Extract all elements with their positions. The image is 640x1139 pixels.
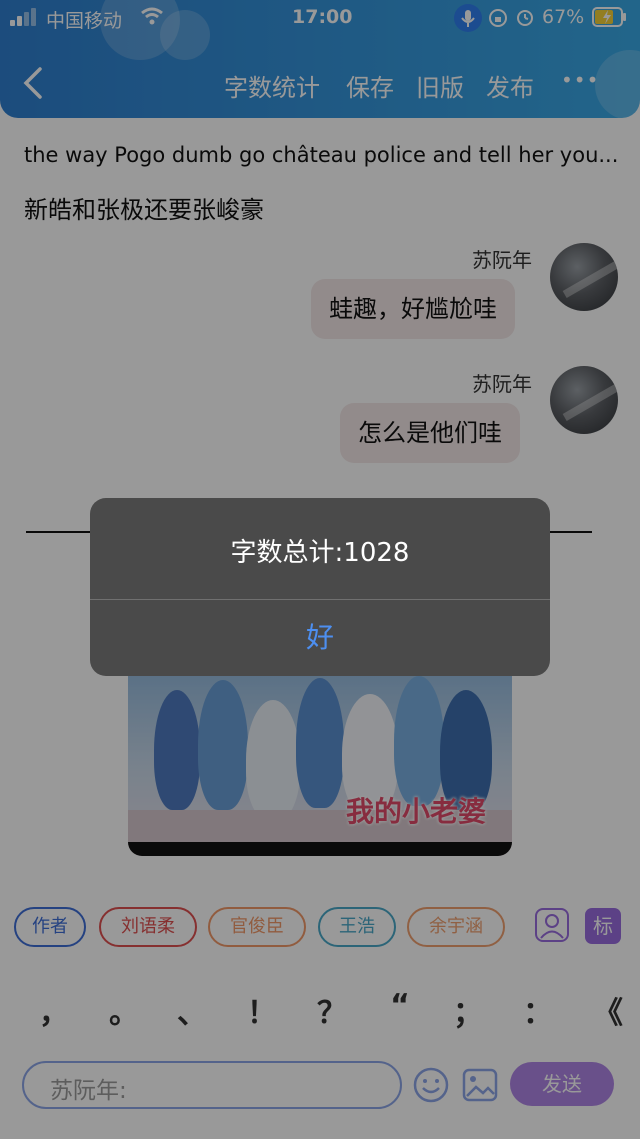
- ok-button[interactable]: 好: [90, 600, 550, 676]
- word-count-alert: 字数总计:1028 好: [90, 498, 550, 676]
- alert-message: 字数总计:1028: [230, 538, 410, 568]
